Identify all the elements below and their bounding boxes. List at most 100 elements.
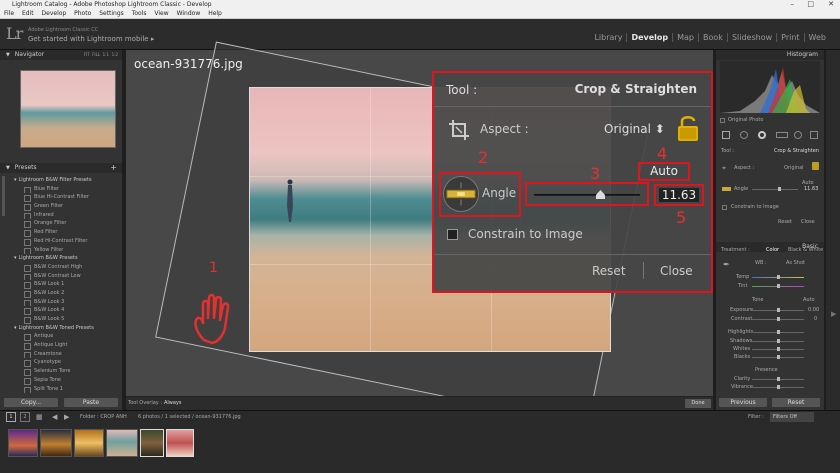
constrain-checkbox[interactable] bbox=[447, 229, 458, 240]
menu-develop[interactable]: Develop bbox=[42, 10, 67, 17]
filmstrip-thumbnail[interactable] bbox=[106, 429, 138, 457]
rp-angle-thumb[interactable] bbox=[778, 187, 781, 191]
preset-item[interactable]: B&W Look 2 bbox=[10, 289, 122, 298]
red-eye-icon[interactable] bbox=[758, 131, 766, 139]
exposure-value[interactable]: 0.00 bbox=[808, 307, 819, 313]
folder-path[interactable]: Folder : CROP ANH bbox=[80, 414, 127, 420]
lock-icon[interactable] bbox=[676, 113, 700, 143]
rp-reset-button[interactable]: Reset bbox=[778, 219, 792, 225]
rp-aspect-value[interactable]: Original bbox=[784, 165, 804, 171]
preset-item[interactable]: Antique bbox=[10, 332, 122, 342]
add-preset-icon[interactable]: + bbox=[110, 163, 117, 172]
zoom-fit[interactable]: FIT bbox=[84, 52, 90, 57]
close-button[interactable]: Close bbox=[660, 264, 693, 278]
preset-folder[interactable]: Lightroom B&W Toned Presets bbox=[10, 324, 122, 333]
window-2-button[interactable]: 2 bbox=[20, 412, 30, 422]
tool-overlay-dropdown[interactable]: Always bbox=[164, 400, 182, 406]
level-tool-icon[interactable] bbox=[443, 176, 479, 212]
previous-button[interactable]: Previous bbox=[719, 398, 767, 407]
preset-item[interactable]: B&W Look 5 bbox=[10, 315, 122, 324]
paste-button[interactable]: Paste bbox=[64, 398, 118, 407]
preset-item[interactable]: Split Tone 1 bbox=[10, 385, 122, 394]
module-develop[interactable]: Develop bbox=[627, 33, 674, 42]
preset-item[interactable]: Red Hi-Contrast Filter bbox=[10, 237, 122, 246]
navigator-header[interactable]: ▼ Navigator FIT FILL 1:1 1:2 bbox=[0, 50, 122, 60]
preset-folder[interactable]: Lightroom B&W Presets bbox=[10, 254, 122, 263]
presets-scrollbar[interactable] bbox=[2, 176, 5, 216]
vibrance-thumb[interactable] bbox=[777, 385, 780, 389]
reset-button[interactable]: Reset bbox=[592, 264, 626, 278]
brush-icon[interactable] bbox=[810, 131, 818, 139]
clarity-thumb[interactable] bbox=[777, 377, 780, 381]
wb-eyedropper-icon[interactable]: ✒ bbox=[723, 260, 730, 269]
maximize-icon[interactable]: □ bbox=[807, 0, 814, 9]
preset-item[interactable]: Sepia Tone bbox=[10, 376, 122, 385]
module-library[interactable]: Library bbox=[590, 33, 628, 42]
treatment-color[interactable]: Color bbox=[766, 247, 779, 253]
menu-view[interactable]: View bbox=[154, 10, 168, 17]
preset-item[interactable]: B&W Look 1 bbox=[10, 280, 122, 289]
zoom-1-2[interactable]: 1:2 bbox=[112, 52, 118, 57]
filter-dropdown[interactable]: Filters Off bbox=[770, 412, 814, 422]
exposure-thumb[interactable] bbox=[777, 308, 780, 312]
rp-constrain-checkbox[interactable] bbox=[722, 205, 727, 210]
navigator-preview[interactable] bbox=[20, 70, 116, 148]
crop-overlay-icon[interactable] bbox=[722, 131, 730, 139]
minimize-icon[interactable]: – bbox=[791, 0, 795, 9]
copy-button[interactable]: Copy... bbox=[4, 398, 58, 407]
preset-item[interactable]: Orange Filter bbox=[10, 219, 122, 229]
right-panel-scrollbar[interactable]: ▶ bbox=[826, 50, 840, 410]
menu-file[interactable]: File bbox=[4, 10, 14, 17]
angle-slider-thumb[interactable] bbox=[596, 190, 605, 199]
angle-value-field[interactable]: 11.63 bbox=[659, 188, 699, 202]
radial-filter-icon[interactable] bbox=[794, 131, 802, 139]
preset-item[interactable]: Selenium Tone bbox=[10, 367, 122, 376]
preset-item[interactable]: Red Filter bbox=[10, 228, 122, 237]
rp-close-button[interactable]: Close bbox=[801, 219, 815, 225]
reset-all-button[interactable]: Reset bbox=[772, 398, 820, 407]
preset-item[interactable]: B&W Look 4 bbox=[10, 306, 122, 315]
module-book[interactable]: Book bbox=[699, 33, 728, 42]
module-map[interactable]: Map bbox=[673, 33, 700, 42]
preset-item[interactable]: B&W Look 3 bbox=[10, 298, 122, 307]
menu-tools[interactable]: Tools bbox=[132, 10, 147, 17]
rp-crop-frame-icon[interactable]: ⌖ bbox=[722, 164, 726, 173]
menu-help[interactable]: Help bbox=[208, 10, 222, 17]
filmstrip-thumbnail[interactable] bbox=[140, 429, 164, 457]
contrast-value[interactable]: 0 bbox=[814, 316, 817, 322]
highlights-thumb[interactable] bbox=[777, 330, 780, 334]
rp-angle-value[interactable]: 11.63 bbox=[804, 186, 818, 192]
blacks-thumb[interactable] bbox=[777, 355, 780, 359]
module-slideshow[interactable]: Slideshow bbox=[728, 33, 778, 42]
zoom-1-1[interactable]: 1:1 bbox=[103, 52, 109, 57]
treatment-bw[interactable]: Black & White bbox=[788, 247, 823, 253]
filmstrip-thumbnail[interactable] bbox=[8, 429, 38, 457]
preset-item[interactable]: Blue Filter bbox=[10, 185, 122, 194]
preset-item[interactable]: Blue Hi-Contrast Filter bbox=[10, 193, 122, 203]
menu-edit[interactable]: Edit bbox=[22, 10, 34, 17]
menu-window[interactable]: Window bbox=[177, 10, 201, 17]
preset-item[interactable]: Infrared bbox=[10, 211, 122, 220]
forward-arrow-icon[interactable]: ▶ bbox=[64, 413, 69, 421]
rp-lock-icon[interactable] bbox=[812, 162, 819, 170]
expand-right-icon[interactable]: ▶ bbox=[831, 310, 836, 318]
temp-thumb[interactable] bbox=[777, 275, 780, 279]
filmstrip-thumbnail[interactable] bbox=[74, 429, 104, 457]
histogram[interactable] bbox=[720, 61, 820, 113]
preset-item[interactable]: B&W Contrast High bbox=[10, 263, 122, 272]
whites-thumb[interactable] bbox=[777, 347, 780, 351]
preset-item[interactable]: Green Filter bbox=[10, 202, 122, 211]
filmstrip-thumbnail[interactable] bbox=[166, 429, 194, 457]
mobile-link[interactable]: Get started with Lightroom mobile ▸ bbox=[28, 35, 154, 43]
preset-item[interactable]: B&W Contrast Low bbox=[10, 272, 122, 281]
done-button[interactable]: Done bbox=[685, 399, 711, 408]
angle-slider-track[interactable] bbox=[534, 194, 640, 196]
grid-view-icon[interactable]: ▦ bbox=[36, 413, 43, 421]
window-1-button[interactable]: 1 bbox=[6, 412, 16, 422]
presets-header[interactable]: ▼ Presets + bbox=[0, 163, 122, 173]
filmstrip-thumbnail[interactable] bbox=[40, 429, 72, 457]
wb-value[interactable]: As Shot bbox=[786, 260, 805, 266]
preset-folder[interactable]: Lightroom B&W Filter Presets bbox=[10, 176, 122, 185]
auto-button[interactable]: Auto bbox=[638, 162, 690, 181]
preset-item[interactable]: Antique Light bbox=[10, 341, 122, 350]
